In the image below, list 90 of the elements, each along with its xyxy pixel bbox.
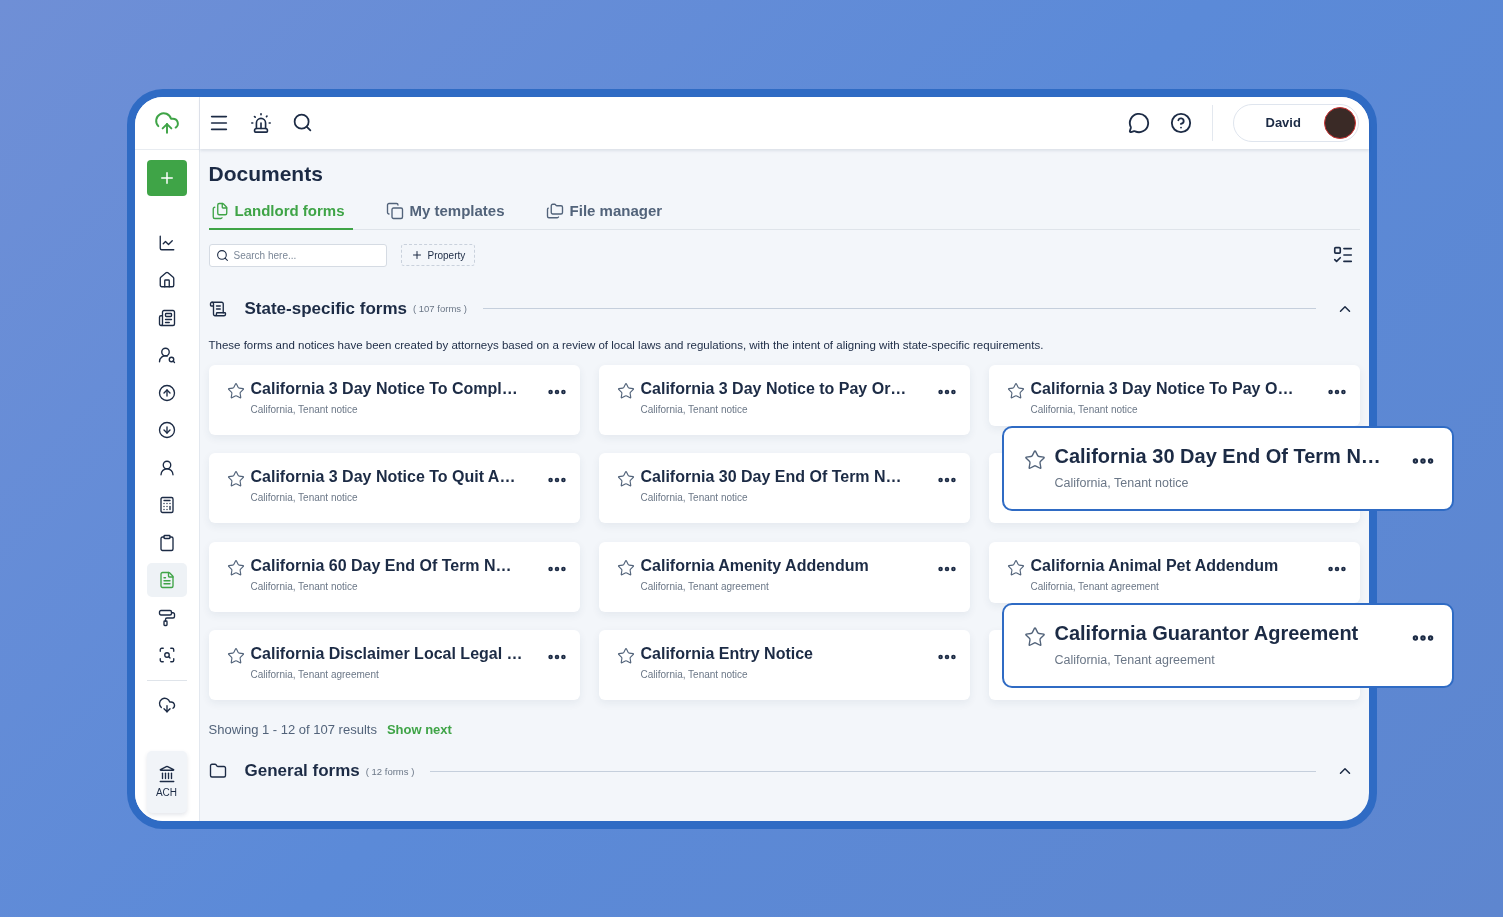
form-title[interactable]: California 60 Day End Of Term N… bbox=[250, 556, 540, 575]
form-subtitle: California, Tenant agreement bbox=[250, 669, 380, 680]
star-icon[interactable] bbox=[226, 647, 245, 665]
form-count: ( 107 forms ) bbox=[413, 303, 467, 314]
plus-icon bbox=[410, 249, 423, 261]
person-search-icon[interactable] bbox=[157, 346, 176, 364]
chat-icon[interactable] bbox=[1127, 111, 1150, 134]
zoom-icon[interactable] bbox=[157, 646, 176, 664]
form-card[interactable]: California 3 Day Notice to Pay Or… California, Tenant notice bbox=[598, 364, 970, 435]
form-title[interactable]: California Entry Notice bbox=[640, 645, 930, 663]
star-icon[interactable] bbox=[1006, 558, 1025, 577]
form-title[interactable]: California 30 Day End Of Term N… bbox=[1054, 445, 1401, 468]
star-icon[interactable] bbox=[616, 647, 635, 665]
star-icon[interactable] bbox=[616, 470, 635, 488]
form-count: ( 12 forms ) bbox=[365, 765, 415, 777]
form-title[interactable]: California Guarantor Agreement bbox=[1054, 622, 1401, 645]
highlighted-form-card[interactable]: California Guarantor Agreement California, Tenant agreement bbox=[1001, 603, 1454, 688]
ach-button[interactable]: ACH bbox=[146, 750, 187, 813]
star-icon[interactable] bbox=[226, 381, 245, 400]
page-title: Documents bbox=[208, 160, 324, 187]
folders-icon bbox=[545, 201, 564, 220]
form-title[interactable]: California 3 Day Notice To Quit A… bbox=[250, 468, 540, 486]
form-subtitle: California, Tenant agreement bbox=[1054, 653, 1216, 667]
form-title[interactable]: California Animal Pet Addendum bbox=[1030, 556, 1320, 575]
form-card[interactable]: California 60 Day End Of Term N… California, Tenant notice bbox=[208, 541, 580, 612]
home-icon[interactable] bbox=[157, 271, 176, 289]
form-title[interactable]: California Amenity Addendum bbox=[640, 556, 930, 575]
form-subtitle: California, Tenant notice bbox=[250, 403, 359, 415]
form-title[interactable]: California 3 Day Notice To Pay O… bbox=[1030, 379, 1320, 398]
form-subtitle: California, Tenant agreement bbox=[640, 580, 770, 592]
add-button[interactable] bbox=[146, 159, 187, 196]
form-subtitle: California, Tenant notice bbox=[640, 403, 749, 415]
form-card[interactable]: California 3 Day Notice To Pay O… California, Tenant notice bbox=[988, 364, 1360, 426]
form-card[interactable]: California Disclaimer Local Legal … California, Tenant agreement bbox=[208, 630, 580, 700]
calculator-icon[interactable] bbox=[157, 496, 176, 514]
highlighted-form-card[interactable]: California 30 Day End Of Term N… California, Tenant notice bbox=[1001, 426, 1454, 511]
user-menu-button[interactable]: David bbox=[1232, 103, 1359, 142]
newspaper-icon[interactable] bbox=[157, 308, 176, 327]
help-icon[interactable] bbox=[1169, 111, 1192, 134]
person-icon[interactable] bbox=[157, 458, 176, 477]
form-subtitle: California, Tenant notice bbox=[250, 580, 359, 592]
form-subtitle: California, Tenant agreement bbox=[1030, 580, 1160, 592]
results-summary: Showing 1 - 12 of 107 results bbox=[208, 722, 377, 737]
document-icon[interactable] bbox=[157, 571, 176, 589]
form-subtitle: California, Tenant notice bbox=[1054, 476, 1190, 490]
form-title[interactable]: California 3 Day Notice to Pay Or… bbox=[640, 379, 930, 398]
section-title: General forms bbox=[244, 761, 360, 781]
star-icon[interactable] bbox=[1023, 449, 1046, 471]
avatar bbox=[1323, 106, 1356, 139]
clipboard-icon[interactable] bbox=[157, 533, 176, 552]
arrow-up-circle-icon[interactable] bbox=[157, 383, 176, 402]
copy-icon bbox=[385, 201, 404, 220]
add-property-filter-button[interactable]: Property bbox=[400, 244, 476, 266]
search-icon bbox=[215, 248, 229, 262]
folder-icon bbox=[208, 762, 227, 780]
star-icon[interactable] bbox=[616, 381, 635, 400]
form-card[interactable]: California 3 Day Notice To Quit A… California, Tenant notice bbox=[208, 453, 580, 523]
form-card[interactable]: California 3 Day Notice To Compl… California, Tenant notice bbox=[208, 364, 580, 435]
form-card[interactable]: California 30 Day End Of Term N… California, Tenant notice bbox=[598, 453, 970, 523]
tab[interactable]: File manager bbox=[543, 201, 671, 230]
section-title: State-specific forms bbox=[244, 298, 407, 319]
star-icon[interactable] bbox=[616, 558, 635, 577]
chart-icon[interactable] bbox=[157, 233, 176, 252]
siren-icon[interactable] bbox=[249, 111, 272, 134]
cloud-upload-logo-icon[interactable] bbox=[153, 109, 180, 136]
form-title[interactable]: California 3 Day Notice To Compl… bbox=[250, 379, 540, 398]
form-subtitle: California, Tenant notice bbox=[250, 492, 359, 503]
bank-icon bbox=[157, 765, 176, 783]
tab[interactable]: My templates bbox=[383, 201, 513, 230]
form-card[interactable]: California Entry Notice California, Tenant notice bbox=[598, 630, 970, 700]
star-icon[interactable] bbox=[1006, 381, 1025, 400]
search-field[interactable]: Search here... bbox=[208, 243, 387, 267]
search-icon[interactable] bbox=[291, 112, 313, 133]
star-icon[interactable] bbox=[226, 470, 245, 488]
document-icon bbox=[208, 299, 227, 318]
form-title[interactable]: California 30 Day End Of Term N… bbox=[640, 468, 930, 486]
section-description: These forms and notices have been created by attorneys based on a review of local laws and regulations, with the intent of aligning with state-specific requirements. bbox=[208, 338, 1045, 351]
form-card[interactable]: California Animal Pet Addendum California, Tenant agreement bbox=[988, 541, 1360, 603]
star-icon[interactable] bbox=[1023, 626, 1046, 648]
form-card[interactable]: California Amenity Addendum California, Tenant agreement bbox=[598, 541, 970, 612]
arrow-down-circle-icon[interactable] bbox=[157, 421, 176, 439]
paint-roller-icon[interactable] bbox=[157, 608, 176, 627]
form-title[interactable]: California Disclaimer Local Legal … bbox=[250, 645, 540, 663]
form-subtitle: California, Tenant notice bbox=[640, 669, 749, 680]
search-input[interactable]: Search here... bbox=[233, 249, 354, 261]
form-subtitle: California, Tenant notice bbox=[640, 492, 749, 503]
cloud-download-icon[interactable] bbox=[157, 696, 176, 714]
form-subtitle: California, Tenant notice bbox=[1030, 403, 1139, 415]
star-icon[interactable] bbox=[226, 558, 245, 577]
files-icon bbox=[210, 201, 229, 220]
